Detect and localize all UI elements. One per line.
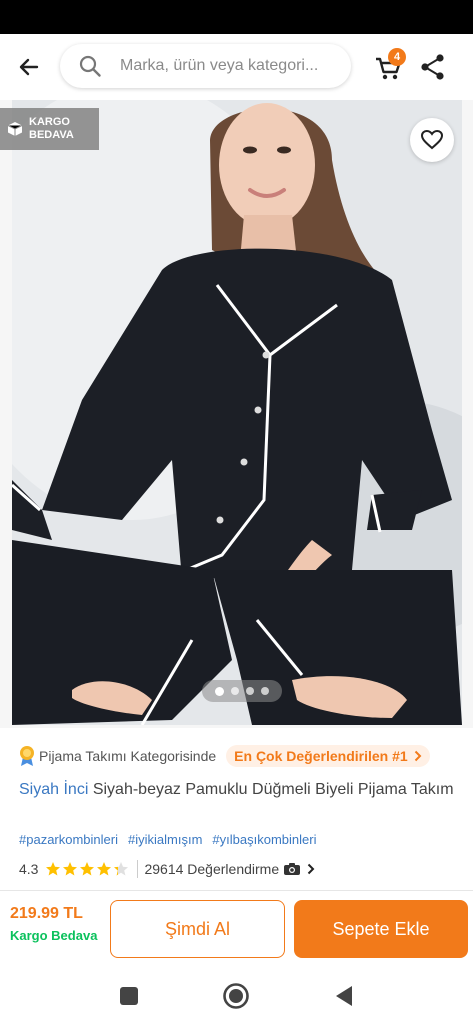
category-rank-label: En Çok Değerlendirilen #1 [234, 748, 408, 764]
divider [137, 860, 139, 878]
free-shipping-label: Kargo Bedava [10, 928, 98, 943]
hashtag-link[interactable]: #yılbaşıkombinleri [212, 832, 316, 847]
share-button[interactable] [419, 52, 447, 82]
triangle-back-icon [336, 986, 352, 1006]
cart-button[interactable]: 4 [374, 48, 408, 84]
top-bar: 4 [0, 34, 473, 100]
price-block: 219.99 TL Kargo Bedava [10, 905, 97, 943]
badge-line-1: KARGO [29, 116, 70, 128]
chevron-right-icon [414, 750, 422, 762]
review-count-link[interactable]: 29614 Değerlendirme [144, 861, 279, 877]
badge-line-2: BEDAVA [29, 129, 74, 141]
category-label: Pijama Takımı Kategorisinde [39, 748, 217, 764]
system-nav-bar [0, 968, 473, 1024]
gallery-dots [202, 680, 282, 702]
camera-icon [284, 863, 301, 875]
medal-icon [20, 746, 34, 766]
gallery-dot[interactable] [231, 687, 239, 695]
arrow-left-icon [19, 58, 39, 76]
star-icon [80, 862, 95, 876]
star-icon [63, 862, 78, 876]
add-to-cart-button[interactable]: Sepete Ekle [294, 900, 468, 958]
rating-value: 4.3 [19, 861, 39, 877]
favorite-button[interactable] [410, 118, 454, 162]
brand-link[interactable]: Siyah İnci [19, 781, 88, 798]
search-box[interactable] [60, 44, 351, 88]
back-button[interactable] [12, 50, 46, 84]
recents-button[interactable] [115, 982, 143, 1010]
square-icon [120, 987, 138, 1005]
free-shipping-badge: KARGO BEDAVA [0, 108, 99, 150]
hashtag-link[interactable]: #pazarkombinleri [19, 832, 118, 847]
product-title: Siyah İnci Siyah-beyaz Pamuklu Düğmeli B… [19, 779, 459, 800]
cart-count-badge: 4 [388, 48, 406, 66]
back-nav-button[interactable] [330, 982, 358, 1010]
divider [0, 890, 473, 891]
box-icon [7, 122, 23, 136]
share-icon [421, 54, 444, 80]
home-circle-icon [223, 983, 249, 1009]
rating-row[interactable]: 4.3 29614 Değerlendirme [19, 858, 315, 880]
hashtag-link[interactable]: #iyikialmışım [128, 832, 202, 847]
chevron-right-icon [307, 863, 315, 875]
gallery-dot[interactable] [246, 687, 254, 695]
status-bar [0, 0, 473, 34]
gallery-dot[interactable] [261, 687, 269, 695]
product-gallery[interactable]: KARGO BEDAVA [0, 100, 473, 728]
heart-icon [421, 130, 443, 150]
gallery-dot[interactable] [215, 686, 224, 696]
category-rank-row: Pijama Takımı Kategorisinde En Çok Değer… [18, 744, 430, 768]
buy-now-button[interactable]: Şimdi Al [110, 900, 285, 958]
star-icon [46, 862, 61, 876]
product-name: Siyah-beyaz Pamuklu Düğmeli Biyeli Pijam… [92, 781, 454, 798]
hashtag-list: #pazarkombinleri #iyikialmışım #yılbaşık… [19, 832, 316, 847]
home-button[interactable] [222, 982, 250, 1010]
star-icon [97, 862, 112, 876]
search-input[interactable] [120, 57, 335, 75]
star-icon [114, 862, 129, 876]
category-rank-link[interactable]: En Çok Değerlendirilen #1 [226, 745, 430, 767]
rating-stars [45, 861, 129, 877]
product-photo[interactable] [12, 100, 462, 725]
product-photo-illustration [12, 100, 462, 725]
search-icon [79, 55, 101, 77]
price: 219.99 TL [10, 905, 83, 922]
